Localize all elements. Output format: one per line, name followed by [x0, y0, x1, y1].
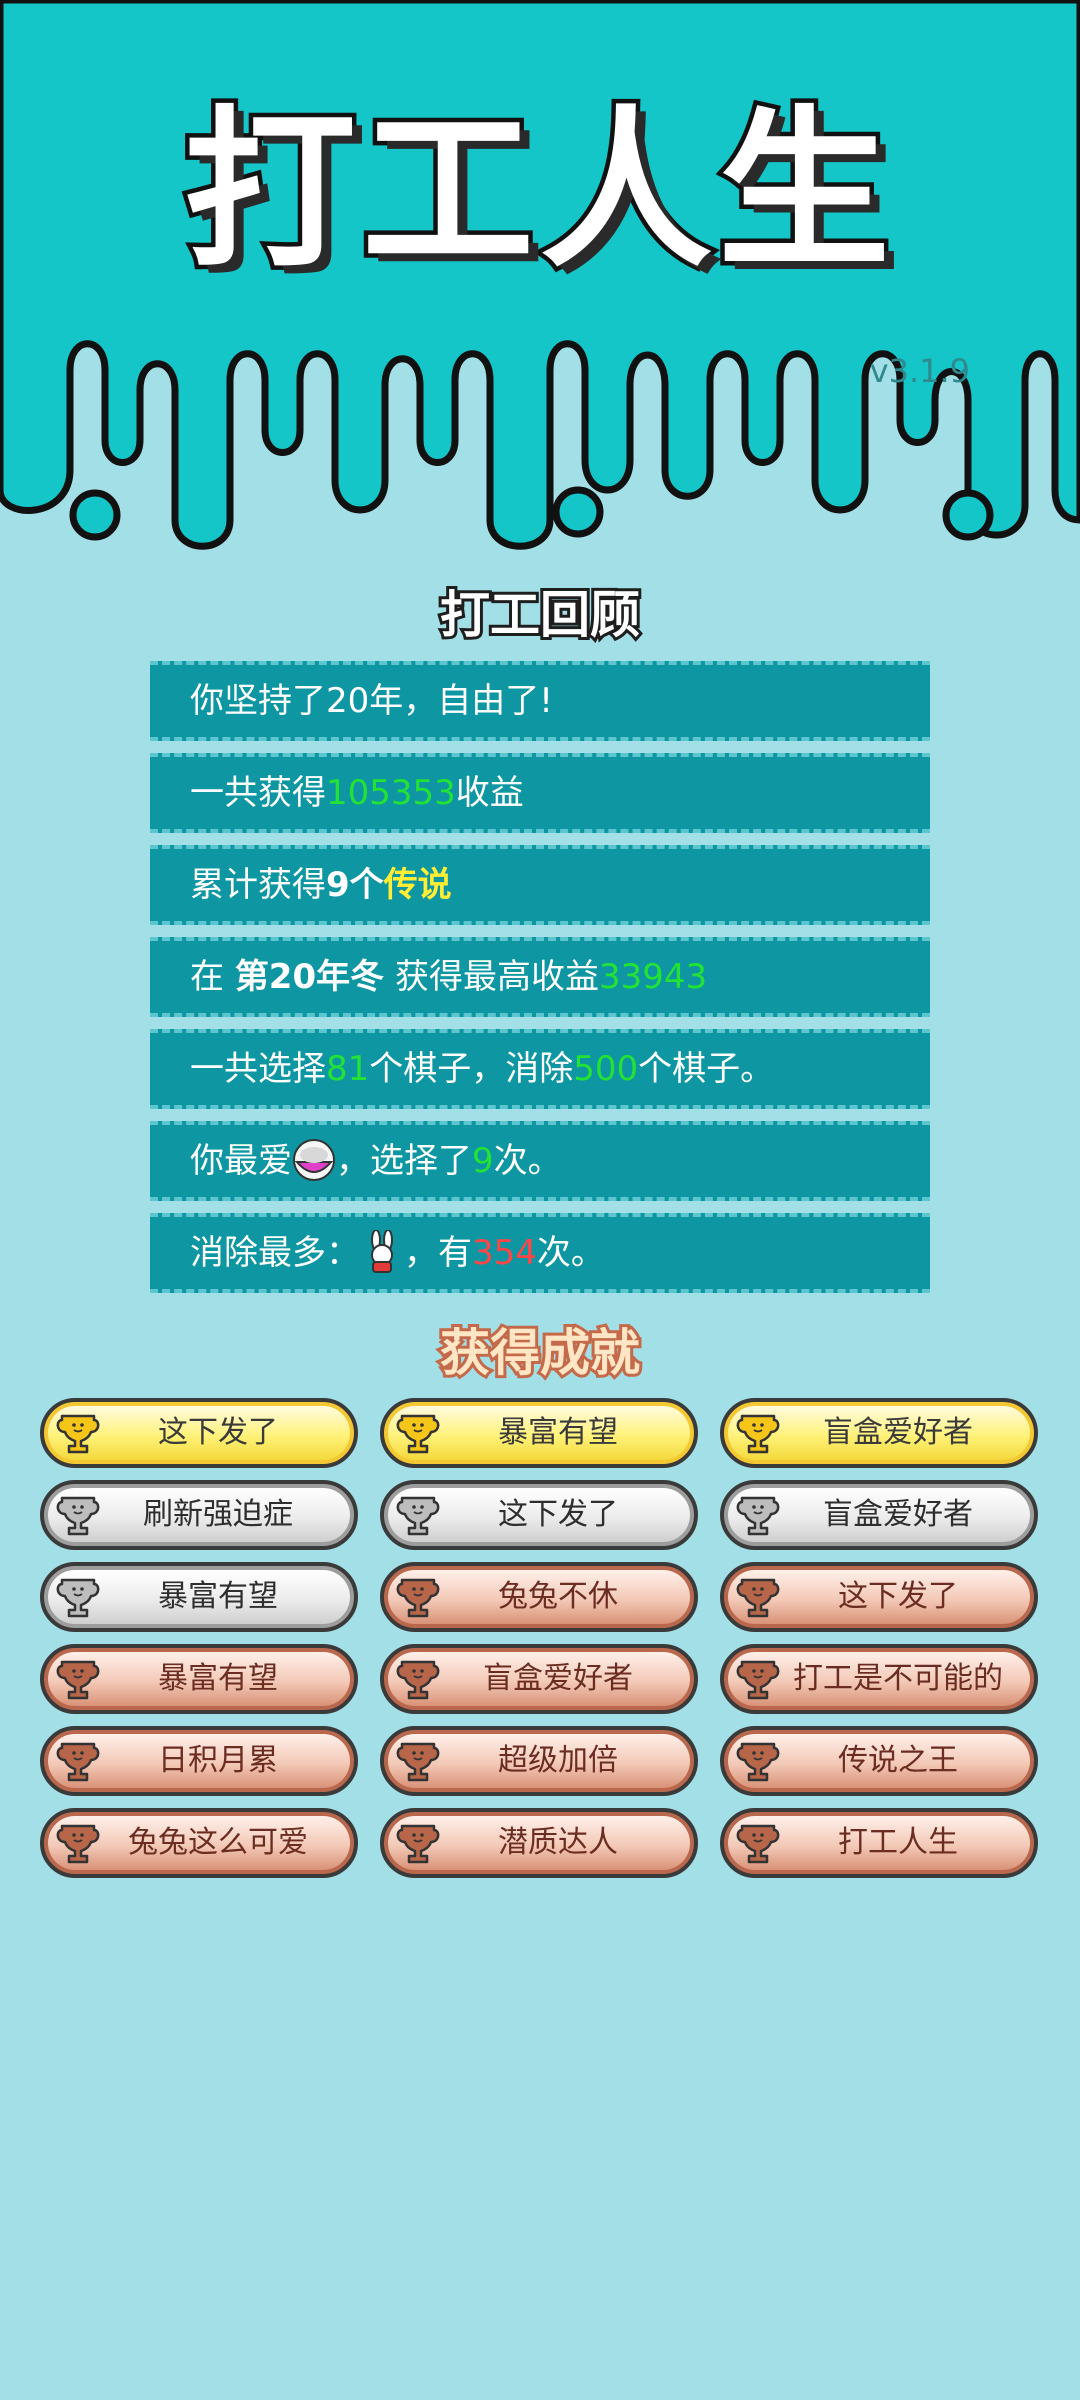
review-list: 你坚持了20年，自由了! 一共获得105353收益 累计获得9个传说 在 第20… — [150, 661, 930, 1305]
trophy-icon — [56, 1414, 100, 1454]
achievement-label: 打工是不可能的 — [793, 1661, 1003, 1696]
achievement-badge[interactable]: 暴富有望 — [40, 1562, 358, 1632]
version-label: v3.1.9 — [869, 352, 970, 390]
legend-count-value: 9个 — [326, 865, 384, 905]
total-income-value: 105353 — [326, 773, 456, 813]
achievement-label: 打工人生 — [838, 1825, 958, 1860]
best-income-value: 33943 — [598, 957, 708, 997]
achievement-label: 这下发了 — [498, 1497, 618, 1532]
achievement-badge[interactable]: 暴富有望 — [40, 1644, 358, 1714]
trophy-icon — [396, 1742, 440, 1782]
achievement-label: 传说之王 — [838, 1743, 958, 1778]
review-row-income: 一共获得105353收益 — [150, 753, 930, 833]
achievement-badge[interactable]: 兔兔不休 — [380, 1562, 698, 1632]
legend-label: 传说 — [383, 865, 452, 905]
achievement-label: 兔兔这么可爱 — [128, 1825, 308, 1860]
eliminated-count-value: 500 — [573, 1049, 639, 1089]
achievement-label: 这下发了 — [158, 1415, 278, 1450]
achievement-label: 刷新强迫症 — [143, 1497, 293, 1532]
review-row-years: 你坚持了20年，自由了! — [150, 661, 930, 741]
achievement-badge[interactable]: 超级加倍 — [380, 1726, 698, 1796]
achievement-badge[interactable]: 兔兔这么可爱 — [40, 1808, 358, 1878]
trophy-icon — [736, 1824, 780, 1864]
most-eliminated-value: 354 — [472, 1233, 537, 1273]
achievement-badge[interactable]: 传说之王 — [720, 1726, 1038, 1796]
favorite-count-value: 9 — [472, 1141, 494, 1181]
achievement-label: 盲盒爱好者 — [823, 1497, 973, 1532]
review-row-pieces: 一共选择81个棋子，消除500个棋子。 — [150, 1029, 930, 1109]
trophy-icon — [396, 1660, 440, 1700]
rabbit-icon — [371, 1229, 393, 1273]
achievement-badge[interactable]: 盲盒爱好者 — [380, 1644, 698, 1714]
game-title: 打工人生 — [180, 90, 896, 291]
achievement-label: 潜质达人 — [498, 1825, 618, 1860]
achievement-badge[interactable]: 打工是不可能的 — [720, 1644, 1038, 1714]
achievement-label: 兔兔不休 — [498, 1579, 618, 1614]
trophy-icon — [736, 1578, 780, 1618]
achievement-badge[interactable]: 盲盒爱好者 — [720, 1398, 1038, 1468]
trophy-icon — [736, 1660, 780, 1700]
achievement-label: 暴富有望 — [158, 1661, 278, 1696]
trophy-icon — [396, 1496, 440, 1536]
trophy-icon — [736, 1742, 780, 1782]
review-row-best-season: 在 第20年冬 获得最高收益33943 — [150, 937, 930, 1017]
achievement-badge[interactable]: 打工人生 — [720, 1808, 1038, 1878]
achievement-label: 这下发了 — [838, 1579, 958, 1614]
trophy-icon — [56, 1824, 100, 1864]
review-title: 打工回顾 — [437, 583, 643, 647]
trophy-icon — [56, 1660, 100, 1700]
achievement-label: 盲盒爱好者 — [483, 1661, 633, 1696]
achievement-label: 暴富有望 — [498, 1415, 618, 1450]
achievement-badge[interactable]: 潜质达人 — [380, 1808, 698, 1878]
achievement-badge[interactable]: 这下发了 — [40, 1398, 358, 1468]
achievement-badge[interactable]: 这下发了 — [380, 1480, 698, 1550]
header-banner: 打工人生 v3.1.9 — [0, 0, 1080, 560]
trophy-icon — [396, 1578, 440, 1618]
best-season-label: 第20年冬 — [234, 957, 385, 997]
achievement-badge[interactable]: 盲盒爱好者 — [720, 1480, 1038, 1550]
review-row-most-eliminated: 消除最多： ，有354次。 — [150, 1213, 930, 1293]
review-row-favorite: 你最爱 ，选择了9次。 — [150, 1121, 930, 1201]
review-row-legend: 累计获得9个传说 — [150, 845, 930, 925]
trophy-icon — [56, 1742, 100, 1782]
achievement-badge[interactable]: 这下发了 — [720, 1562, 1038, 1632]
selected-count-value: 81 — [326, 1049, 370, 1089]
achievement-badge[interactable]: 刷新强迫症 — [40, 1480, 358, 1550]
achievement-label: 暴富有望 — [158, 1579, 278, 1614]
achievement-label: 盲盒爱好者 — [823, 1415, 973, 1450]
achievement-label: 日积月累 — [158, 1743, 278, 1778]
trophy-icon — [736, 1414, 780, 1454]
achievement-badge[interactable]: 暴富有望 — [380, 1398, 698, 1468]
trophy-icon — [396, 1414, 440, 1454]
achievement-label: 超级加倍 — [498, 1743, 618, 1778]
trophy-icon — [736, 1496, 780, 1536]
achievement-badge[interactable]: 日积月累 — [40, 1726, 358, 1796]
trophy-icon — [56, 1496, 100, 1536]
achievements-title: 获得成就 — [437, 1321, 643, 1385]
trophy-icon — [396, 1824, 440, 1864]
trophy-icon — [56, 1578, 100, 1618]
rice-bowl-icon — [293, 1138, 335, 1181]
